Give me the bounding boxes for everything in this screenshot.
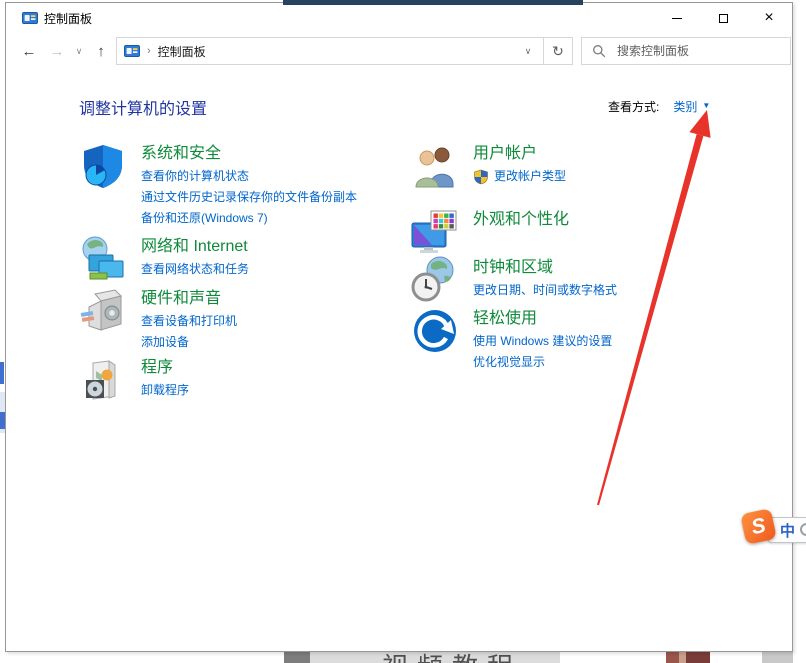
category-link[interactable]: 查看网络状态和任务: [141, 259, 249, 280]
category-hardware-sound: 硬件和声音 查看设备和打印机添加设备: [79, 287, 237, 353]
category-link[interactable]: 查看设备和打印机: [141, 311, 237, 332]
category-network-internet: 网络和 Internet 查看网络状态和任务: [79, 235, 249, 283]
category-title-appearance-personalization[interactable]: 外观和个性化: [473, 208, 569, 232]
category-title-hardware-sound[interactable]: 硬件和声音: [141, 287, 237, 311]
category-link-label: 优化视觉显示: [473, 352, 545, 373]
category-link-label: 查看你的计算机状态: [141, 166, 249, 187]
background-window-strip: [283, 0, 583, 5]
category-title-system-security[interactable]: 系统和安全: [141, 142, 357, 166]
category-link-label: 卸载程序: [141, 380, 189, 401]
left-edge-link-fragment: [0, 362, 4, 384]
category-programs: 程序 卸载程序: [79, 356, 189, 404]
category-link-label: 更改帐户类型: [494, 166, 566, 187]
category-link[interactable]: 更改日期、时间或数字格式: [473, 280, 617, 301]
category-link[interactable]: 查看你的计算机状态: [141, 166, 357, 187]
address-bar[interactable]: › 控制面板 ∨ ↻: [116, 37, 573, 65]
titlebar: 控制面板 ×: [6, 3, 792, 33]
minimize-button[interactable]: [654, 3, 700, 33]
category-link[interactable]: 添加设备: [141, 332, 237, 353]
background-bottom-banner: 视频教程: [310, 652, 560, 663]
ime-partial-icon[interactable]: [800, 523, 806, 536]
category-link[interactable]: 通过文件历史记录保存你的文件备份副本: [141, 187, 357, 208]
category-link-label: 使用 Windows 建议的设置: [473, 331, 612, 352]
view-by-control: 查看方式: 类别 ▼: [608, 98, 710, 115]
network-globe-monitors-icon: [79, 235, 127, 283]
category-ease-of-access: 轻松使用 使用 Windows 建议的设置优化视觉显示: [411, 307, 612, 373]
background-bottom-block: [762, 652, 793, 663]
category-clock-region: 时钟和区域 更改日期、时间或数字格式: [411, 256, 617, 304]
breadcrumb[interactable]: 控制面板: [158, 43, 206, 60]
display-palette-icon: [411, 208, 459, 256]
background-partial-text: 视频教程: [382, 652, 522, 663]
category-link-label: 更改日期、时间或数字格式: [473, 280, 617, 301]
navigation-bar: ← → ∨ ↑ › 控制面板 ∨ ↻: [6, 33, 792, 69]
category-link[interactable]: 更改帐户类型: [473, 166, 566, 187]
breadcrumb-chevron-icon: ›: [147, 45, 151, 57]
security-shield-icon: [79, 142, 127, 190]
dropdown-caret-icon[interactable]: ▼: [702, 101, 710, 110]
control-panel-icon: [22, 11, 38, 25]
search-box[interactable]: [581, 37, 791, 65]
category-title-ease-of-access[interactable]: 轻松使用: [473, 307, 612, 331]
category-link-label: 备份和还原(Windows 7): [141, 208, 268, 229]
maximize-button[interactable]: [700, 3, 746, 33]
history-chevron-icon[interactable]: ∨: [72, 33, 86, 69]
category-title-user-accounts[interactable]: 用户帐户: [473, 142, 566, 166]
uac-shield-icon: [473, 169, 489, 185]
category-link[interactable]: 卸载程序: [141, 380, 189, 401]
category-link[interactable]: 备份和还原(Windows 7): [141, 208, 357, 229]
two-users-icon: [411, 142, 459, 190]
category-title-network-internet[interactable]: 网络和 Internet: [141, 235, 249, 259]
category-link[interactable]: 使用 Windows 建议的设置: [473, 331, 612, 352]
category-link-label: 查看设备和打印机: [141, 311, 237, 332]
printer-devices-icon: [79, 287, 127, 335]
category-link[interactable]: 优化视觉显示: [473, 352, 612, 373]
category-appearance-personalization: 外观和个性化: [411, 208, 569, 256]
back-icon[interactable]: ←: [16, 33, 42, 69]
view-by-value-link[interactable]: 类别: [673, 98, 697, 115]
background-partial-photo: [666, 652, 710, 663]
category-link-label: 查看网络状态和任务: [141, 259, 249, 280]
caption-buttons: ×: [654, 3, 792, 33]
window-title: 控制面板: [44, 10, 92, 27]
page-title: 调整计算机的设置: [79, 95, 207, 119]
category-link-label: 通过文件历史记录保存你的文件备份副本: [141, 187, 357, 208]
control-panel-icon: [124, 44, 140, 58]
category-title-programs[interactable]: 程序: [141, 356, 189, 380]
search-input[interactable]: [615, 43, 790, 59]
category-link-label: 添加设备: [141, 332, 189, 353]
ease-of-access-icon: [411, 307, 459, 355]
address-dropdown-icon[interactable]: ∨: [513, 46, 543, 57]
background-bottom-block: [284, 652, 310, 663]
category-title-clock-region[interactable]: 时钟和区域: [473, 256, 617, 280]
up-icon[interactable]: ↑: [88, 33, 114, 69]
control-panel-window: 控制面板 × ← → ∨ ↑ › 控制面板 ∨ ↻ 调整计算机的设置: [5, 2, 793, 652]
background-bottom-strip: 视频教程: [0, 652, 806, 663]
clock-globe-icon: [411, 256, 459, 304]
program-package-icon: [79, 356, 127, 404]
view-by-label: 查看方式:: [608, 98, 659, 115]
category-user-accounts: 用户帐户 更改帐户类型: [411, 142, 566, 190]
forward-icon[interactable]: →: [44, 33, 70, 69]
search-icon: [592, 44, 606, 58]
category-system-security: 系统和安全 查看你的计算机状态通过文件历史记录保存你的文件备份副本备份和还原(W…: [79, 142, 357, 229]
close-button[interactable]: ×: [746, 3, 792, 33]
ime-chinese-mode-indicator[interactable]: 中: [780, 520, 795, 541]
refresh-icon[interactable]: ↻: [543, 38, 572, 64]
